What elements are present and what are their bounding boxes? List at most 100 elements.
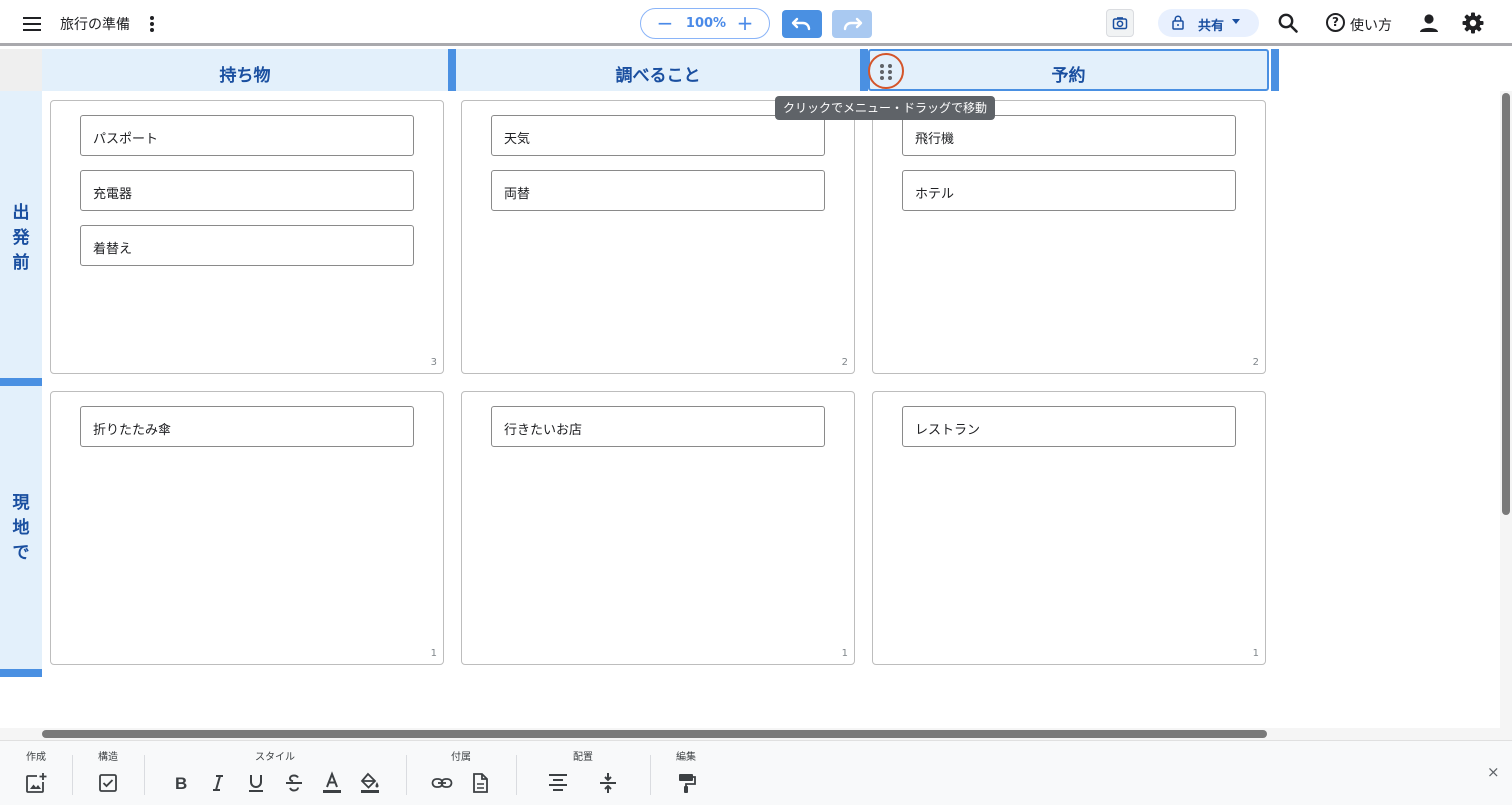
search-icon[interactable] [1276, 11, 1300, 35]
card[interactable]: 充電器 [80, 170, 414, 211]
row-label-char: 発 [12, 228, 30, 248]
card-text: 折りたたみ傘 [93, 423, 172, 438]
horizontal-scrollbar-thumb[interactable] [42, 730, 1267, 738]
card-text: 充電器 [93, 187, 133, 202]
help-label: 使い方 [1350, 18, 1392, 34]
hamburger-menu-icon[interactable] [20, 12, 44, 36]
screenshot-button[interactable] [1106, 9, 1134, 37]
checkbox-icon[interactable] [96, 771, 120, 795]
drag-handle-icon[interactable] [868, 53, 904, 89]
grid-cell[interactable]: 天気 両替 2 [461, 100, 855, 374]
group-divider [650, 755, 651, 795]
italic-icon[interactable] [206, 771, 230, 795]
gear-icon[interactable] [1461, 11, 1485, 35]
column-separator[interactable] [860, 49, 868, 91]
card-count: 1 [841, 648, 848, 659]
row-label-char: 現 [12, 493, 30, 513]
redo-button[interactable] [832, 10, 872, 38]
card[interactable]: 着替え [80, 225, 414, 266]
card-text: 飛行機 [915, 132, 955, 147]
group-divider [406, 755, 407, 795]
zoom-value[interactable]: 100% [681, 16, 731, 31]
card[interactable]: 行きたいお店 [491, 406, 825, 447]
group-label-attach: 付属 [451, 752, 471, 763]
document-icon[interactable] [468, 771, 492, 795]
card-count: 2 [1252, 357, 1259, 368]
group-label-layout: 配置 [573, 752, 593, 763]
card-count: 3 [430, 357, 437, 368]
redo-icon [843, 17, 863, 31]
column-header-3[interactable]: 予約 [868, 49, 1269, 91]
camera-icon [1112, 17, 1128, 30]
card-text: 両替 [504, 187, 531, 202]
card-text: 行きたいお店 [504, 423, 583, 438]
row-label-1: 出 発 前 [0, 201, 42, 276]
undo-button[interactable] [782, 10, 822, 38]
share-button[interactable]: 共有 [1158, 9, 1259, 37]
top-bar: 旅行の準備 − 100% + 共有 ? 使い方 [0, 0, 1512, 46]
column-header-1[interactable]: 持ち物 [42, 49, 448, 91]
group-label-structure: 構造 [98, 752, 118, 763]
grid-corner [0, 49, 42, 91]
user-icon[interactable] [1417, 11, 1441, 35]
card[interactable]: 両替 [491, 170, 825, 211]
row-separator[interactable] [0, 378, 42, 386]
undo-icon [791, 17, 811, 31]
row-label-char: 前 [12, 253, 30, 273]
card-count: 2 [841, 357, 848, 368]
card-text: 着替え [93, 242, 133, 257]
link-icon[interactable] [430, 771, 454, 795]
column-label: 予約 [1051, 66, 1086, 86]
card-text: パスポート [93, 132, 159, 147]
zoom-out-button[interactable]: − [653, 12, 677, 36]
column-header-2[interactable]: 調べること [456, 49, 860, 91]
group-label-style: スタイル [255, 752, 295, 763]
card-text: ホテル [915, 187, 955, 202]
zoom-in-button[interactable]: + [733, 12, 757, 36]
column-separator[interactable] [1271, 49, 1279, 91]
card-count: 1 [1252, 648, 1259, 659]
column-separator[interactable] [448, 49, 456, 91]
strikethrough-icon[interactable] [282, 771, 306, 795]
caret-down-icon [1232, 19, 1240, 24]
vertical-scrollbar-thumb[interactable] [1502, 93, 1510, 515]
grid-cell[interactable]: 折りたたみ傘 1 [50, 391, 444, 665]
board-title[interactable]: 旅行の準備 [60, 14, 130, 34]
share-label: 共有 [1198, 19, 1225, 34]
group-divider [72, 755, 73, 795]
card[interactable]: 折りたたみ傘 [80, 406, 414, 447]
grid-cell[interactable]: レストラン 1 [872, 391, 1266, 665]
grid-cell[interactable]: 飛行機 ホテル 2 [872, 100, 1266, 374]
underline-icon[interactable] [244, 771, 268, 795]
grid-cell[interactable]: 行きたいお店 1 [461, 391, 855, 665]
help-icon: ? [1326, 13, 1345, 32]
card[interactable]: 天気 [491, 115, 825, 156]
card-text: レストラン [915, 423, 981, 438]
column-label: 調べること [615, 66, 701, 86]
card-count: 1 [430, 648, 437, 659]
format-paint-icon[interactable] [674, 771, 698, 795]
group-label-create: 作成 [26, 752, 46, 763]
card[interactable]: レストラン [902, 406, 1236, 447]
card[interactable]: パスポート [80, 115, 414, 156]
grid-cell[interactable]: パスポート 充電器 着替え 3 [50, 100, 444, 374]
text-color-icon[interactable] [320, 771, 344, 795]
group-divider [144, 755, 145, 795]
more-options-icon[interactable] [144, 12, 160, 36]
fill-color-icon[interactable] [358, 771, 382, 795]
zoom-control: − 100% + [640, 8, 770, 39]
vertical-spacing-icon[interactable] [596, 771, 620, 795]
add-card-icon[interactable] [24, 771, 48, 795]
row-separator[interactable] [0, 669, 42, 677]
drag-handle-tooltip: クリックでメニュー・ドラッグで移動 [775, 96, 995, 120]
row-header-2[interactable]: 現 地 で [0, 386, 42, 669]
card[interactable]: 飛行機 [902, 115, 1236, 156]
card[interactable]: ホテル [902, 170, 1236, 211]
row-header-1[interactable]: 出 発 前 [0, 91, 42, 378]
bold-icon[interactable]: B [168, 771, 192, 795]
toolbar-close-icon[interactable]: × [1487, 765, 1501, 780]
row-label-2: 現 地 で [0, 491, 42, 566]
align-center-icon[interactable] [546, 771, 570, 795]
column-label: 持ち物 [219, 66, 271, 86]
row-label-char: 地 [12, 518, 30, 538]
